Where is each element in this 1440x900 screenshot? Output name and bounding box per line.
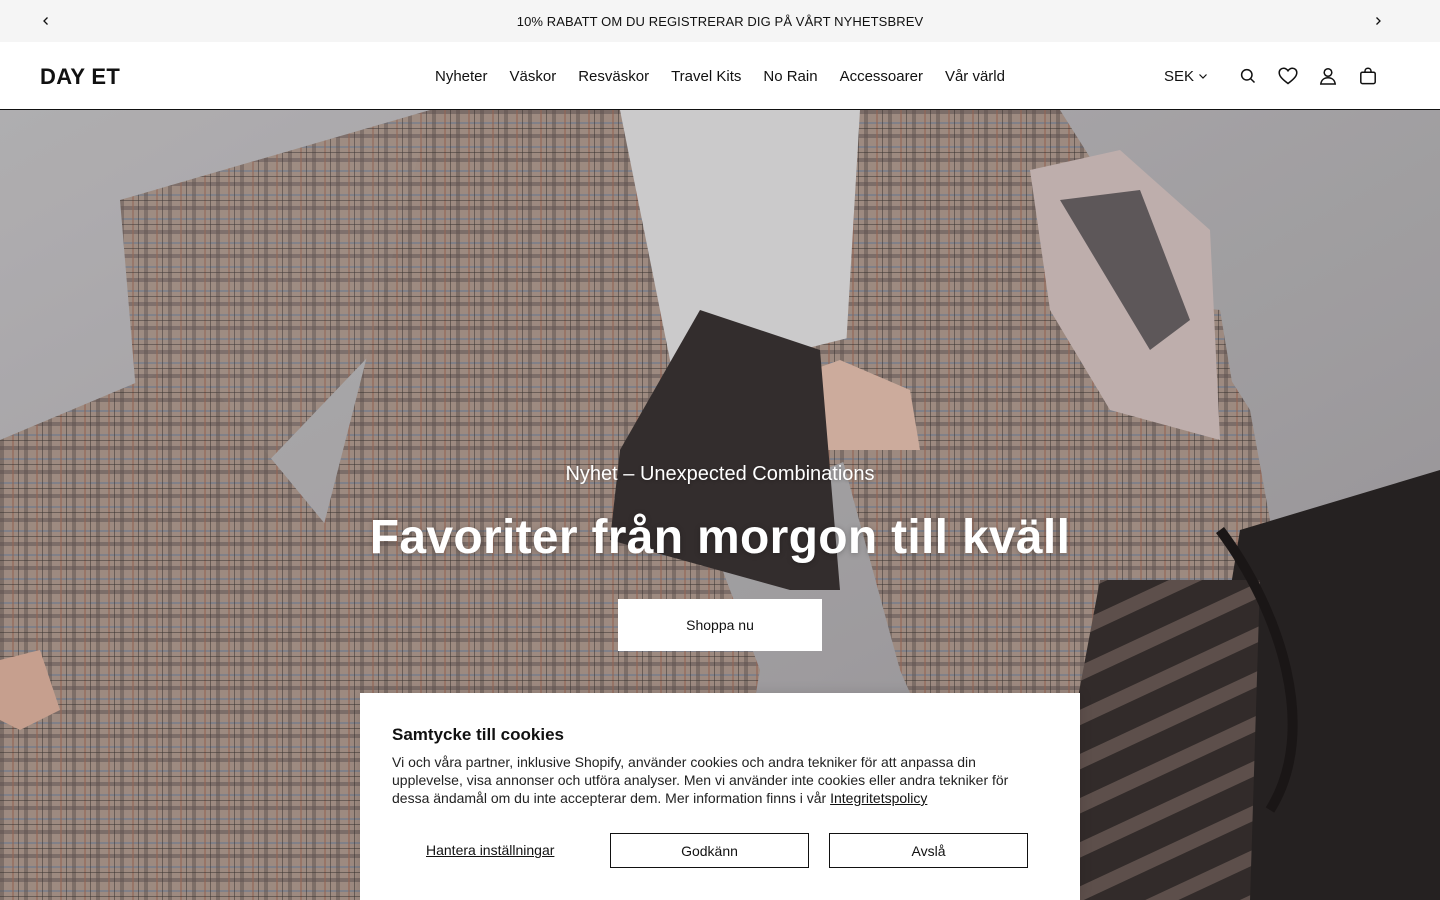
chevron-left-icon[interactable] xyxy=(36,11,56,31)
nav-item-resvaskor[interactable]: Resväskor xyxy=(578,68,649,85)
shop-now-button[interactable]: Shoppa nu xyxy=(618,599,822,651)
nav-item-no-rain[interactable]: No Rain xyxy=(763,68,817,85)
nav-item-accessoarer[interactable]: Accessoarer xyxy=(840,68,923,85)
heart-icon[interactable] xyxy=(1268,56,1308,96)
currency-label: SEK xyxy=(1163,67,1194,85)
cookie-actions: Hantera inställningar Godkänn Avslå xyxy=(392,833,1048,868)
privacy-policy-link[interactable]: Integritetspolicy xyxy=(830,790,927,806)
decline-cookies-button[interactable]: Avslå xyxy=(829,833,1028,868)
cookie-body: Vi och våra partner, inklusive Shopify, … xyxy=(392,753,1042,807)
accept-cookies-button[interactable]: Godkänn xyxy=(610,833,809,868)
cookie-consent-dialog: Samtycke till cookies Vi och våra partne… xyxy=(360,693,1080,900)
cookie-title: Samtycke till cookies xyxy=(392,725,564,744)
nav-item-vaskor[interactable]: Väskor xyxy=(510,68,557,85)
chevron-down-icon xyxy=(1198,68,1208,85)
logo[interactable]: DAY ET xyxy=(40,64,120,90)
currency-selector[interactable]: SEK xyxy=(1164,68,1208,85)
announcement-bar: 10% RABATT OM DU REGISTRERAR DIG PÅ VÅRT… xyxy=(0,0,1440,42)
hero-subtitle: Nyhet – Unexpected Combinations xyxy=(565,463,875,485)
chevron-right-icon[interactable] xyxy=(1368,11,1388,31)
manage-settings-link[interactable]: Hantera inställningar xyxy=(426,842,554,858)
nav-item-var-varld[interactable]: Vår värld xyxy=(945,68,1005,85)
header-actions: SEK xyxy=(1164,42,1388,110)
bag-icon[interactable] xyxy=(1348,56,1388,96)
site-header: DAY ET Nyheter Väskor Resväskor Travel K… xyxy=(0,42,1440,110)
hero-title: Favoriter från morgon till kväll xyxy=(369,511,1071,564)
user-icon[interactable] xyxy=(1308,56,1348,96)
nav-item-nyheter[interactable]: Nyheter xyxy=(435,68,488,85)
nav-item-travel-kits[interactable]: Travel Kits xyxy=(671,68,741,85)
announcement-text[interactable]: 10% RABATT OM DU REGISTRERAR DIG PÅ VÅRT… xyxy=(517,14,924,29)
search-icon[interactable] xyxy=(1228,56,1268,96)
